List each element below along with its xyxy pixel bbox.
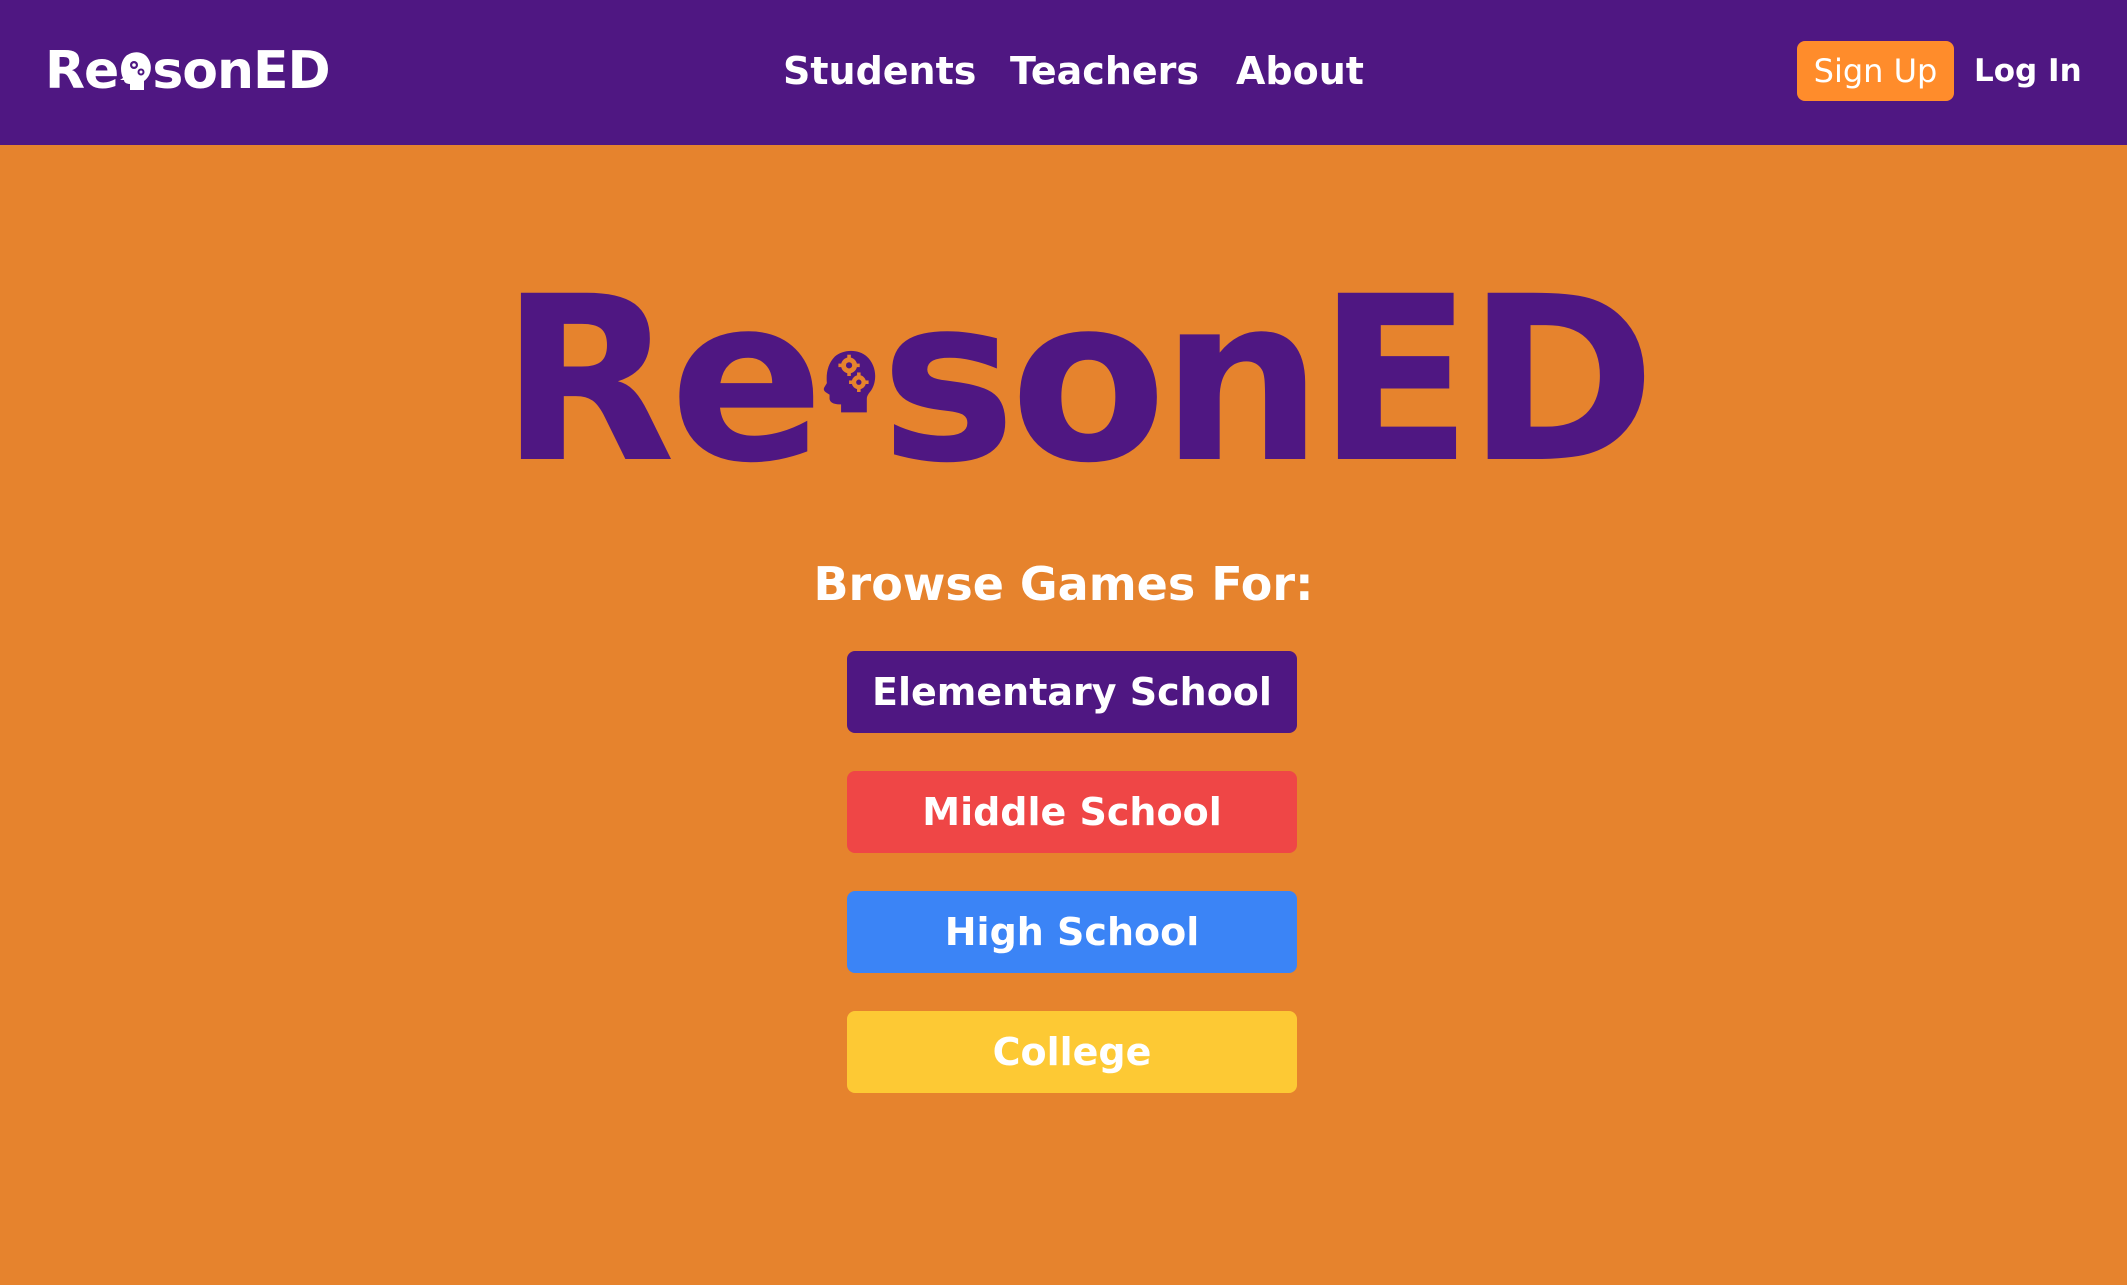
nav-link-students[interactable]: Students bbox=[783, 45, 976, 97]
nav-link-teachers[interactable]: Teachers bbox=[1010, 45, 1199, 97]
log-in-link[interactable]: Log In bbox=[1974, 41, 2082, 101]
top-navbar: Re sonED Students Teachers About Sign Up… bbox=[0, 0, 2127, 145]
nav-link-about[interactable]: About bbox=[1236, 45, 1364, 97]
hero-brand-suffix: sonED bbox=[880, 247, 1656, 513]
hero-brand-logo: Re sonED bbox=[500, 266, 1656, 494]
sign-up-button[interactable]: Sign Up bbox=[1797, 41, 1954, 101]
head-gears-icon bbox=[824, 350, 876, 413]
high-school-button[interactable]: High School bbox=[847, 891, 1297, 973]
elementary-school-button[interactable]: Elementary School bbox=[847, 651, 1297, 733]
hero-brand-prefix: Re bbox=[500, 247, 824, 513]
college-button[interactable]: College bbox=[847, 1011, 1297, 1093]
middle-school-button[interactable]: Middle School bbox=[847, 771, 1297, 853]
browse-games-heading: Browse Games For: bbox=[813, 557, 1314, 611]
